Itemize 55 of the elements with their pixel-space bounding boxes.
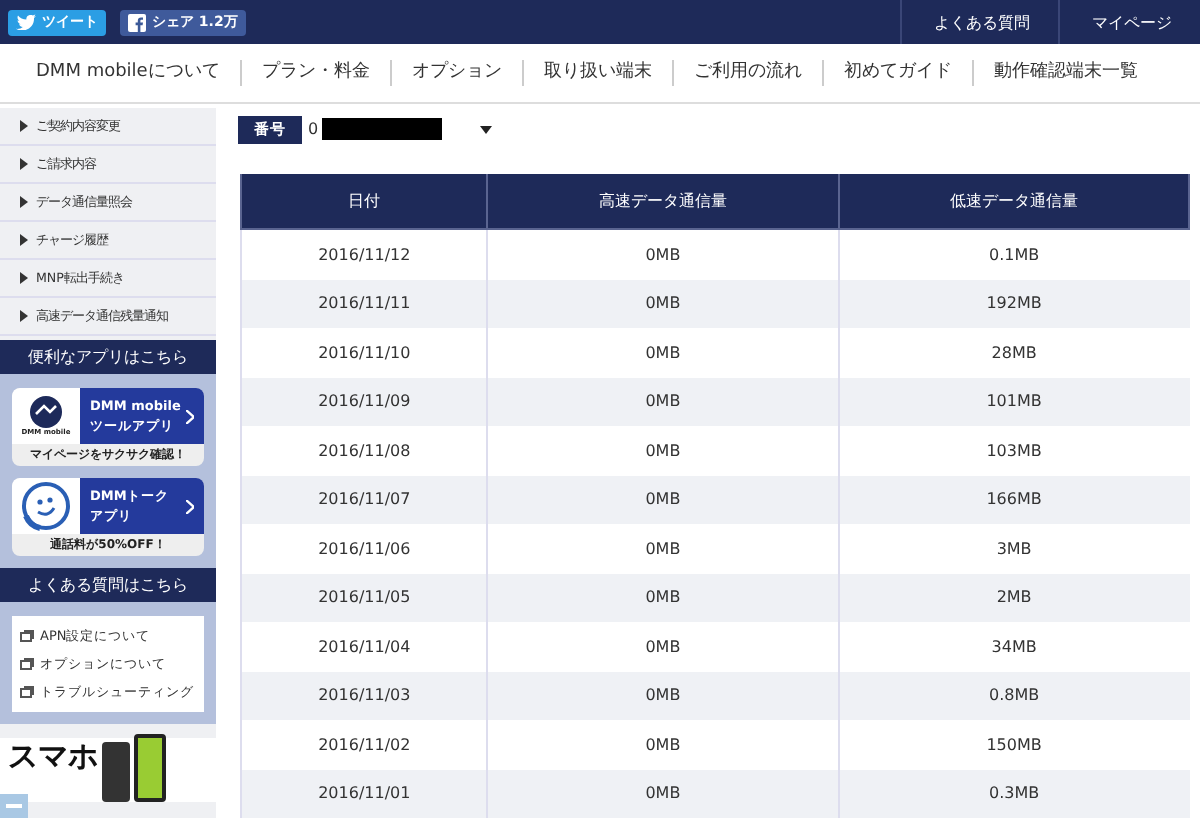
table-cell: 0MB: [487, 279, 839, 328]
table-cell: 0MB: [487, 573, 839, 622]
nav-link[interactable]: プラン・料金: [239, 60, 390, 86]
chevron-icon: [186, 409, 194, 423]
caret-icon: [480, 125, 492, 133]
column-header: 低速データ通信量: [838, 174, 1189, 229]
nav-link[interactable]: 初めてガイド: [821, 60, 972, 86]
minus-icon: [6, 804, 22, 808]
column-header: 高速データ通信量: [487, 174, 839, 229]
banner-ad[interactable]: スマホ: [0, 738, 216, 802]
table-cell: 2016/11/11: [241, 279, 488, 328]
phone-picture: [134, 734, 166, 802]
table-cell: 0MB: [487, 671, 839, 720]
column-header: 日付: [241, 174, 488, 229]
table-cell: 2MB: [838, 573, 1189, 622]
table-cell: 2016/11/07: [241, 475, 488, 524]
phone-picture: [102, 742, 130, 802]
bird-icon: [16, 14, 36, 30]
chevron-icon: [20, 196, 28, 208]
nav-link[interactable]: 動作確認端末一覧: [971, 60, 1158, 86]
chevron-icon: [20, 272, 28, 284]
section-heading: よくある質問はこちら: [0, 568, 216, 602]
section-heading: 便利なアプリはこちら: [0, 340, 216, 374]
chevron-icon: [20, 310, 28, 322]
table-cell: 166MB: [838, 475, 1189, 524]
table-cell: 2016/11/09: [241, 377, 488, 426]
table-cell: 0MB: [487, 475, 839, 524]
table-cell: 0MB: [487, 377, 839, 426]
header-link[interactable]: よくある質問: [900, 0, 1058, 44]
f-logo-icon: [128, 13, 146, 31]
smiling-phone-icon: [20, 480, 72, 532]
redaction-block: [322, 118, 443, 140]
table-cell: 0MB: [487, 769, 839, 818]
window-icon: [20, 630, 34, 642]
table-cell: 2016/11/03: [241, 671, 488, 720]
table-cell: 0.8MB: [838, 671, 1189, 720]
nav-link[interactable]: ご利用の流れ: [671, 60, 822, 86]
chevron-icon: [20, 234, 28, 246]
table-cell: 101MB: [838, 377, 1189, 426]
banner-text: スマホ: [8, 738, 98, 774]
chevron-icon: [20, 158, 28, 170]
collapse-button[interactable]: [0, 794, 28, 818]
table-cell: 2016/11/05: [241, 573, 488, 622]
app-logo-icon: [26, 396, 66, 428]
window-icon: [20, 658, 34, 670]
table-cell: 2016/11/01: [241, 769, 488, 818]
table-cell: 0.3MB: [838, 769, 1189, 818]
nav-link[interactable]: DMM mobileについて: [16, 60, 240, 86]
header-link[interactable]: マイページ: [1058, 0, 1200, 44]
nav-link[interactable]: 取り扱い端末: [521, 60, 672, 86]
table-cell: 192MB: [838, 279, 1189, 328]
chevron-icon: [186, 499, 194, 513]
window-icon: [20, 686, 34, 698]
chevron-icon: [20, 120, 28, 132]
nav-link[interactable]: オプション: [389, 60, 522, 86]
